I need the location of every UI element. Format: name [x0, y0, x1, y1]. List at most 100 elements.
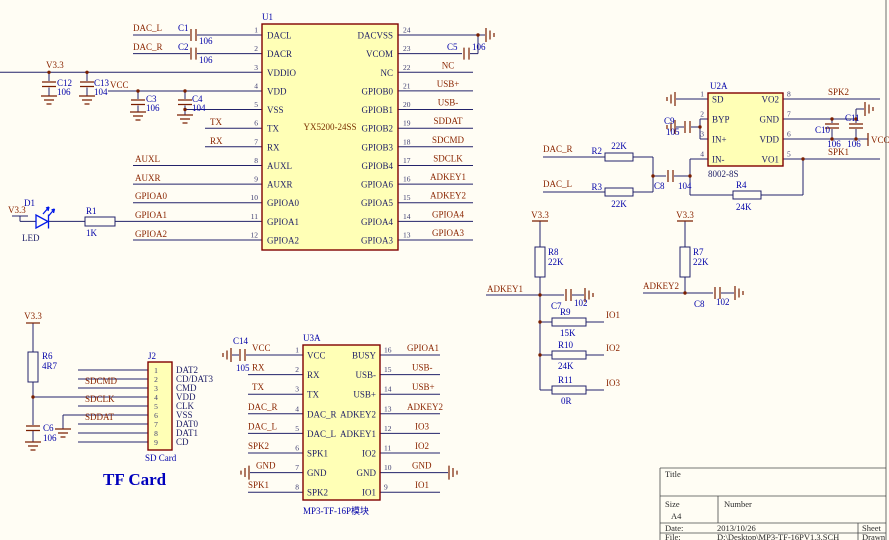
- pin-number: 17: [403, 156, 411, 165]
- pin-name: AUXR: [267, 180, 293, 190]
- pin-name: TX: [307, 390, 319, 400]
- pin-number: 19: [403, 119, 411, 128]
- resistor-body: [28, 352, 38, 382]
- pin-number: 4: [700, 150, 704, 159]
- pin-number: 1: [254, 26, 258, 35]
- pin-number: 15: [384, 365, 392, 374]
- net-label: IO3: [606, 378, 620, 388]
- junction-dot: [538, 320, 541, 323]
- pin-number: 16: [403, 175, 411, 184]
- pin-number: 7: [154, 420, 158, 429]
- pin-number: 4: [154, 393, 158, 402]
- pin-number: 21: [403, 81, 411, 90]
- net-label: USB-: [438, 98, 459, 108]
- junction-dot: [136, 89, 139, 92]
- pin-number: 22: [403, 63, 411, 72]
- cap-ref: C2: [178, 42, 189, 52]
- pin-name: RX: [267, 142, 280, 152]
- u1-section: U1 YX5200-24SS 1 2 3 4 5 6 7 8 9 10 11 1…: [0, 12, 494, 250]
- pin-number: 8: [254, 156, 258, 165]
- pin-number: 4: [254, 81, 258, 90]
- net-label: NC: [442, 60, 455, 70]
- pin-number: 16: [384, 346, 392, 355]
- junction-dot: [31, 395, 34, 398]
- cap-ref: C8: [694, 299, 705, 309]
- pin-name: VDD: [267, 86, 287, 96]
- net-label: SDCLK: [85, 394, 115, 404]
- pin-name: GPIOB0: [361, 86, 393, 96]
- power-v33-label: V3.3: [24, 311, 42, 321]
- cap-value: 105: [666, 127, 680, 137]
- resistor-value: 24K: [558, 361, 574, 371]
- cap-value: 106: [199, 55, 213, 65]
- number-label: Number: [724, 499, 752, 509]
- pin-name: GPIOA3: [361, 236, 394, 246]
- net-label: GPIOA1: [135, 210, 167, 220]
- pin-name: GPIOA2: [267, 236, 299, 246]
- title-block: Title Size A4 Number Date: 2013/10/26 Sh…: [660, 0, 886, 540]
- power-v33-label: V3.3: [676, 210, 694, 220]
- led-label: LED: [22, 233, 40, 243]
- pin-name: VO2: [762, 95, 780, 105]
- pin-number: 2: [254, 44, 258, 53]
- pin-name: IN+: [712, 135, 727, 145]
- pin-name: DAC_L: [307, 429, 336, 439]
- resistor-ref: R10: [558, 340, 574, 350]
- pin-name: GPIOB2: [361, 124, 393, 134]
- pin-name: GND: [760, 115, 780, 125]
- pin-name: SPK1: [307, 449, 328, 459]
- file-label: File:: [665, 532, 681, 540]
- resistor-value: 22K: [611, 141, 627, 151]
- resistor-ref: R11: [558, 375, 573, 385]
- cap-value: 106: [827, 139, 841, 149]
- cap-value: 106: [146, 103, 160, 113]
- resistor-body: [680, 247, 690, 277]
- pin-name: IO1: [362, 488, 376, 498]
- junction-dot: [85, 71, 88, 74]
- pin-name: GPIOA0: [267, 198, 300, 208]
- net-label: RX: [252, 363, 265, 373]
- power-vcc-label: VCC: [110, 80, 129, 90]
- resistor-body: [733, 191, 761, 199]
- u3-ref: U3A: [303, 333, 321, 343]
- pin-name: GND: [307, 468, 327, 478]
- resistor-ref: R6: [42, 351, 53, 361]
- j2-part-name: SD Card: [145, 453, 177, 463]
- schematic-canvas: U1 YX5200-24SS 1 2 3 4 5 6 7 8 9 10 11 1…: [0, 0, 889, 540]
- junction-dot: [476, 33, 479, 36]
- pin-name: VSS: [267, 105, 284, 115]
- resistor-body: [552, 386, 586, 394]
- cap-value: 106: [847, 139, 861, 149]
- pin-number: 24: [403, 26, 411, 35]
- junction-dot: [183, 89, 186, 92]
- pin-number: 3: [154, 384, 158, 393]
- title-label: Title: [665, 469, 681, 479]
- net-label: ADKEY1: [487, 284, 523, 294]
- pin-name: IN-: [712, 155, 725, 165]
- pin-number: 6: [154, 411, 158, 420]
- pin-number: 8: [154, 429, 158, 438]
- net-label: IO2: [415, 441, 429, 451]
- tf-card-title: TF Card: [103, 470, 167, 489]
- pin-name: DACR: [267, 49, 292, 59]
- net-label: GPIOA4: [432, 209, 465, 219]
- pin-name: GPIOA6: [361, 180, 394, 190]
- pin-number: 3: [254, 63, 258, 72]
- pin-number: 7: [787, 110, 791, 119]
- resistor-value: 24K: [736, 202, 752, 212]
- junction-dot: [688, 174, 691, 177]
- cap-ref: C10: [815, 125, 831, 135]
- pin-number: 13: [403, 231, 411, 240]
- net-label: DAC_R: [543, 144, 573, 154]
- net-label: AUXL: [135, 154, 160, 164]
- pin-number: 1: [154, 366, 158, 375]
- net-label: SDCMD: [432, 135, 465, 145]
- pin-name: VO1: [762, 155, 780, 165]
- resistor-ref: R1: [86, 206, 97, 216]
- net-label: ADKEY2: [407, 402, 443, 412]
- pin-number: 12: [251, 231, 259, 240]
- pin-number: 9: [254, 175, 258, 184]
- pin-number: 5: [787, 150, 791, 159]
- pin-number: 6: [295, 444, 299, 453]
- pin-name: GND: [357, 468, 377, 478]
